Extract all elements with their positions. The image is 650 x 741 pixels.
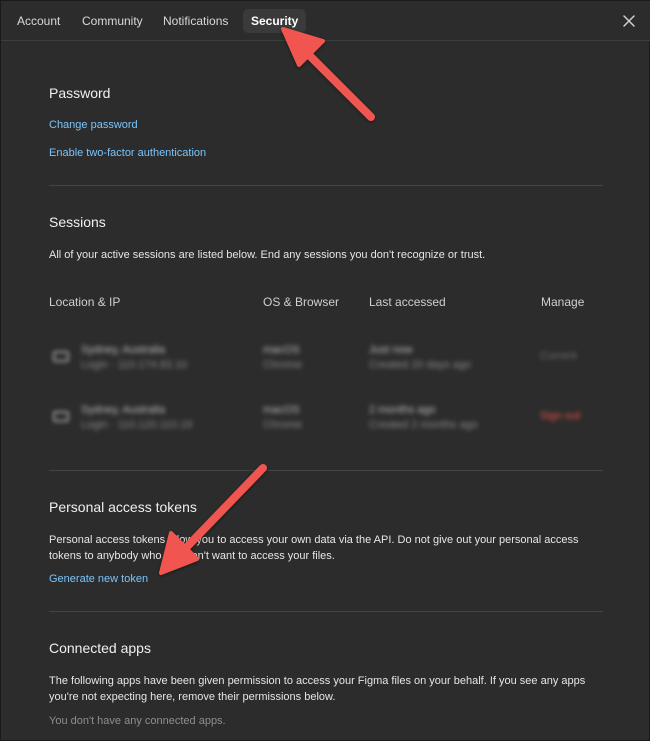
login-text: Login · 110.120.110.19: [81, 419, 193, 431]
tokens-description: Personal access tokens allow you to acce…: [49, 534, 579, 562]
current-label: Current: [540, 350, 577, 362]
location-text: Sydney, Australia: [81, 404, 166, 416]
sessions-heading: Sessions: [49, 214, 106, 230]
session-last: Just now Created 20 days ago: [369, 343, 471, 373]
tokens-heading: Personal access tokens: [49, 499, 197, 515]
os-text: macOS: [263, 404, 300, 416]
change-password-link[interactable]: Change password: [49, 119, 138, 131]
login-text: Login · 110.174.83.10: [81, 359, 188, 371]
tab-community[interactable]: Community: [74, 9, 151, 33]
device-icon: [53, 351, 69, 362]
column-location: Location & IP: [49, 295, 121, 309]
column-last-accessed: Last accessed: [369, 295, 446, 309]
session-last: 2 months ago Created 2 months ago: [369, 403, 478, 433]
browser-text: Chrome: [263, 419, 303, 431]
sessions-description: All of your active sessions are listed b…: [49, 249, 486, 261]
last-text: Just now: [369, 344, 413, 356]
session-location: Sydney, Australia Login · 110.174.83.10: [81, 343, 187, 373]
tab-notifications[interactable]: Notifications: [155, 9, 236, 33]
tab-account[interactable]: Account: [9, 9, 68, 33]
sign-out-button[interactable]: Sign out: [540, 410, 580, 422]
two-factor-link[interactable]: Enable two-factor authentication: [49, 147, 206, 159]
connected-apps-description: The following apps have been given permi…: [49, 675, 586, 703]
settings-window: Account Community Notifications Security…: [0, 0, 650, 741]
session-os: macOS Chrome: [263, 403, 302, 433]
session-location: Sydney, Australia Login · 110.120.110.19: [81, 403, 193, 433]
device-icon: [53, 411, 69, 422]
divider: [49, 185, 603, 186]
connected-apps-empty: You don't have any connected apps.: [49, 715, 226, 727]
location-text: Sydney, Australia: [81, 344, 166, 356]
tab-security[interactable]: Security: [243, 9, 307, 33]
column-manage: Manage: [541, 295, 585, 309]
divider: [49, 611, 603, 612]
created-text: Created 2 months ago: [369, 419, 478, 431]
tab-bar: Account Community Notifications Security: [1, 1, 650, 41]
connected-apps-heading: Connected apps: [49, 640, 151, 656]
divider: [49, 470, 603, 471]
password-heading: Password: [49, 85, 111, 101]
created-text: Created 20 days ago: [369, 359, 472, 371]
close-icon[interactable]: [619, 11, 639, 31]
browser-text: Chrome: [263, 359, 303, 371]
session-os: macOS Chrome: [263, 343, 302, 373]
generate-token-link[interactable]: Generate new token: [49, 573, 148, 585]
annotation-arrow: [281, 27, 375, 121]
os-text: macOS: [263, 344, 300, 356]
column-os: OS & Browser: [263, 295, 340, 309]
last-text: 2 months ago: [369, 404, 436, 416]
